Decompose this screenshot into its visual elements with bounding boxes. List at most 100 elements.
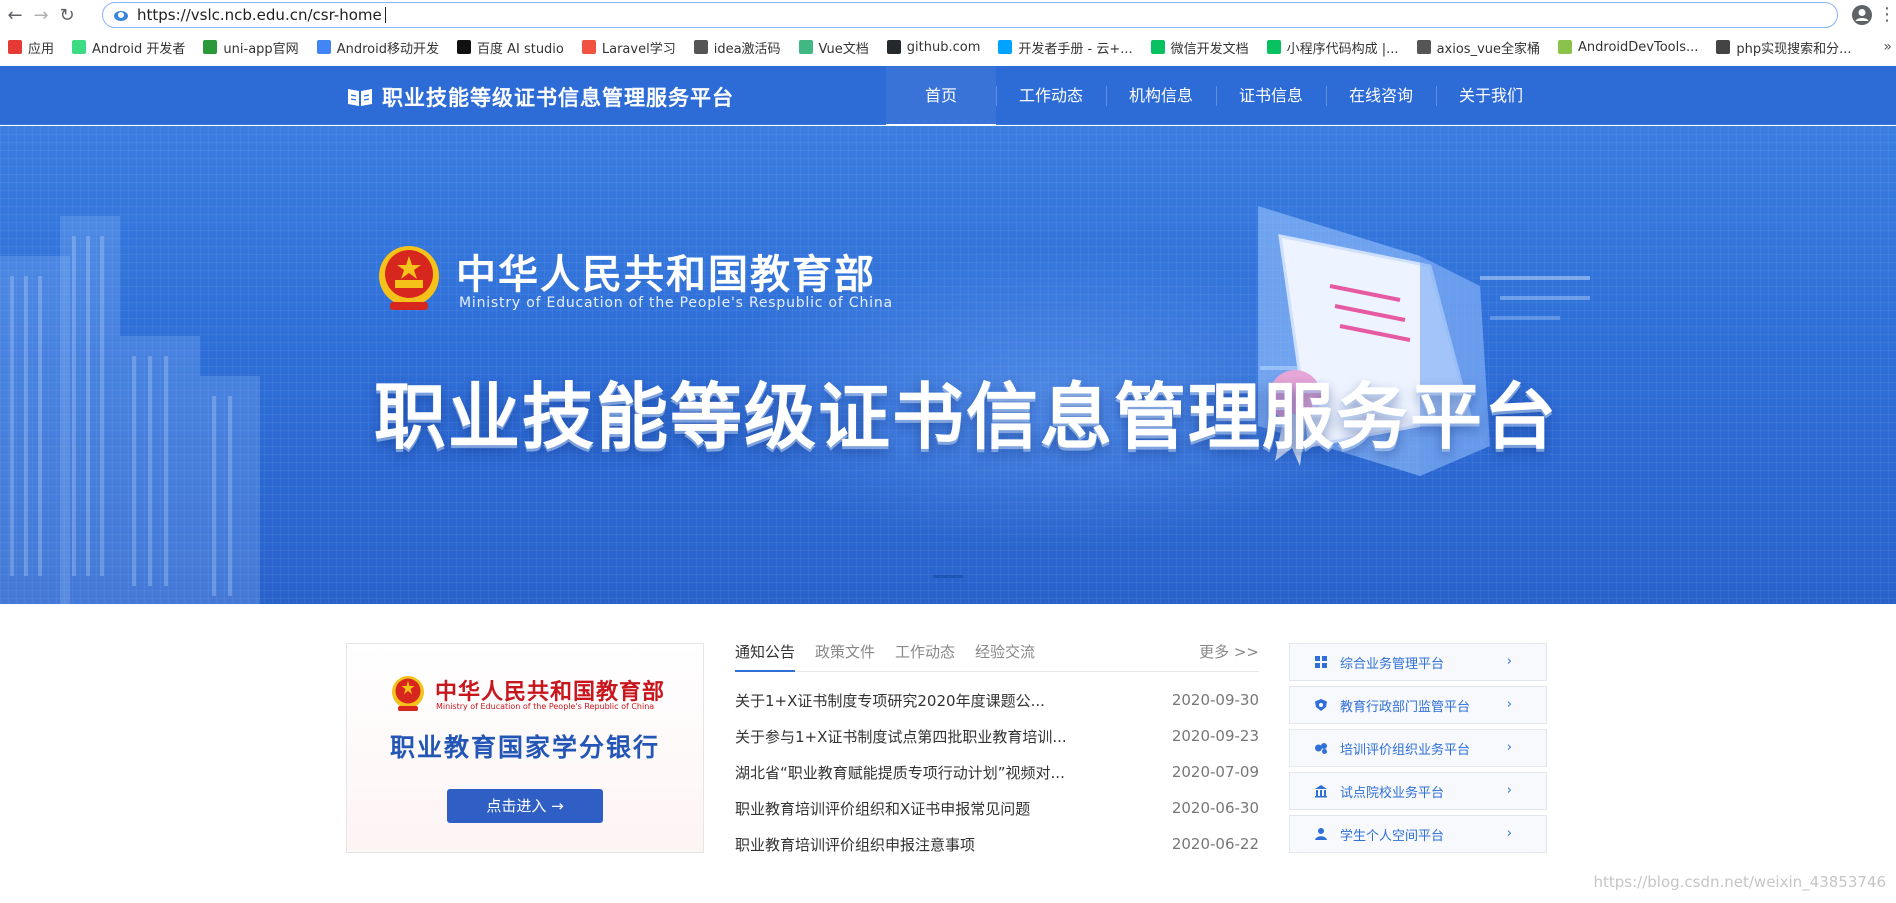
news-title: 职业教育培训评价组织申报注意事项 [735,835,976,854]
site-logo[interactable]: 职业技能等级证书信息管理服务平台 [346,82,734,112]
credit-bank-card[interactable]: 中华人民共和国教育部 Ministry of Education of the … [346,643,704,853]
bookmark-item[interactable]: github.com [886,40,980,55]
bookmark-item[interactable]: 微信开发文档 [1150,38,1249,57]
platform-link[interactable]: 教育行政部门监管平台 › [1289,686,1547,724]
news-item[interactable]: 湖北省“职业教育赋能提质专项行动计划”视频对... 2020-07-09 [735,754,1259,790]
platform-label: 试点院校业务平台 [1340,785,1445,801]
school-icon [1315,785,1327,798]
text-caret [384,7,386,23]
platform-link[interactable]: 综合业务管理平台 › [1289,643,1547,681]
browser-toolbar: ← → ↻ https://vslc.ncb.edu.cn/csr-home ⋮ [0,0,1896,30]
nav-item[interactable]: 工作动态 [996,66,1106,125]
apps-grid-icon [8,40,22,54]
more-bookmarks-icon[interactable]: » [1883,32,1892,62]
bookmark-label: axios_vue全家桶 [1436,41,1541,57]
bookmark-item[interactable]: Laravel学习 [581,38,676,57]
site-title: 职业技能等级证书信息管理服务平台 [382,86,734,110]
bookmark-item[interactable]: 小程序代码构成 |... [1266,38,1399,57]
chevron-right-icon: › [1506,654,1512,669]
national-emblem-icon [392,676,424,711]
certificate-illustration [1258,206,1590,476]
news-tab[interactable]: 政策文件 [815,640,875,671]
bookmark-label: idea激活码 [713,41,781,57]
platform-link[interactable]: 学生个人空间平台 › [1289,815,1547,853]
news-title: 湖北省“职业教育赋能提质专项行动计划”视频对... [735,763,1065,782]
bookmark-item[interactable]: uni-app官网 [203,38,299,57]
bookmark-label: 微信开发文档 [1170,41,1249,57]
news-item[interactable]: 职业教育培训评价组织申报注意事项 2020-06-22 [735,826,1259,862]
news-tab[interactable]: 通知公告 [735,640,796,672]
forward-arrow-icon[interactable]: → [28,2,54,28]
chevron-right-icon: › [1506,697,1512,712]
bookmark-label: 小程序代码构成 |... [1286,41,1399,57]
android-dev-icon [316,40,331,54]
bookmarks-bar: 应用 Android 开发者 uni-app官网 Android移动开发 百度 AI s… [0,32,1896,62]
address-bar[interactable]: https://vslc.ncb.edu.cn/csr-home [102,2,1838,28]
bookmark-item[interactable]: idea激活码 [693,38,781,57]
nav-divider [996,86,997,106]
enter-credit-bank-button[interactable]: 点击进入 → [447,789,603,823]
carousel-indicator[interactable] [933,575,963,578]
nav-divider [1326,86,1327,106]
nav-item[interactable]: 关于我们 [1436,66,1546,125]
chevron-right-icon: › [1506,826,1512,841]
bookmark-item[interactable]: axios_vue全家桶 [1416,38,1541,57]
nav-divider [1106,86,1107,106]
platform-label: 学生个人空间平台 [1340,828,1445,844]
cloud-icon [998,40,1013,54]
credit-bank-ministry-en: Ministry of Education of the People's Re… [436,702,655,711]
vue-icon [798,40,813,54]
laravel-icon [581,40,596,54]
nav-item[interactable]: 在线咨询 [1326,66,1436,125]
chevron-right-icon: › [1506,783,1512,798]
bookmark-label: Android 开发者 [92,41,186,57]
city-buildings-illustration [0,216,260,604]
national-emblem-icon [379,246,439,310]
bookmark-label: Android移动开发 [336,41,439,57]
ministry-name-cn: 中华人民共和国教育部 [456,252,876,298]
news-list: 关于1+X证书制度专项研究2020年度课题公... 2020-09-30 关于参与1… [735,682,1259,862]
nav-item[interactable]: 证书信息 [1216,66,1326,125]
nav-item[interactable]: 机构信息 [1106,66,1216,125]
platform-label: 综合业务管理平台 [1340,656,1445,672]
bookmark-item[interactable]: Android移动开发 [316,38,439,57]
nav-item[interactable]: 首页 [886,66,996,126]
news-date: 2020-06-22 [1171,835,1259,853]
github-icon [886,40,901,54]
back-arrow-icon[interactable]: ← [2,2,28,28]
bookmark-label: 百度 AI studio [476,41,564,57]
news-tab[interactable]: 工作动态 [895,640,955,671]
news-tab[interactable]: 经验交流 [975,640,1035,671]
nav-divider [1216,86,1217,106]
reload-icon[interactable]: ↻ [54,2,80,28]
main-navigation: 首页 工作动态 机构信息 证书信息 在线咨询 关于我们 [886,66,1546,126]
bookmark-item[interactable]: Android 开发者 [72,38,185,57]
browser-menu-icon[interactable]: ⋮ [1878,4,1896,26]
bookmark-item[interactable]: Vue文档 [798,38,869,57]
banner-title: 职业技能等级证书信息管理服务平台 [374,375,1559,459]
platform-link[interactable]: 试点院校业务平台 › [1289,772,1547,810]
profile-avatar-icon[interactable] [1850,3,1874,27]
news-item[interactable]: 关于1+X证书制度专项研究2020年度课题公... 2020-09-30 [735,682,1259,718]
android-icon [72,40,87,54]
news-date: 2020-07-09 [1171,763,1259,781]
news-tabs: 通知公告 政策文件 工作动态 经验交流 更多 >> [735,640,1259,672]
bookmark-item[interactable]: 百度 AI studio [456,38,564,57]
platform-link[interactable]: 培训评价组织业务平台 › [1289,729,1547,767]
bookmark-label: AndroidDevTools... [1578,39,1699,55]
platform-label: 培训评价组织业务平台 [1340,742,1471,758]
news-title: 职业教育培训评价组织和X证书申报常见问题 [735,799,1031,818]
url-text: https://vslc.ncb.edu.cn/csr-home [137,6,382,24]
bookmark-item[interactable]: 应用 [8,38,54,57]
dashboard-icon [1315,656,1327,668]
news-item[interactable]: 职业教育培训评价组织和X证书申报常见问题 2020-06-30 [735,790,1259,826]
more-link[interactable]: 更多 >> [1199,641,1259,662]
bookmark-label: Laravel学习 [601,41,676,57]
bookmark-item[interactable]: php实现搜索和分... [1716,38,1852,57]
devtools-icon [1558,40,1573,54]
news-item[interactable]: 关于参与1+X证书制度试点第四批职业教育培训... 2020-09-23 [735,718,1259,754]
bookmark-item[interactable]: 开发者手册 - 云+... [998,38,1133,57]
bookmark-item[interactable]: AndroidDevTools... [1558,40,1698,55]
ai-studio-icon [456,40,471,54]
news-date: 2020-06-30 [1171,799,1259,817]
